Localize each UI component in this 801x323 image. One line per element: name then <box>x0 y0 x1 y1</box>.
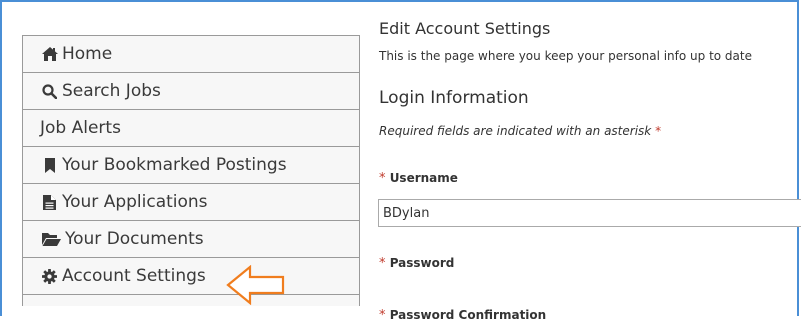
folder-open-icon <box>41 231 61 248</box>
sidebar-item-label: Your Bookmarked Postings <box>62 155 287 175</box>
sidebar-item-documents[interactable]: Your Documents <box>22 220 360 257</box>
arrow-left-icon <box>226 264 286 309</box>
sidebar-nav: Home Search Jobs Job Alerts Your Bookmar… <box>22 35 360 306</box>
sidebar-item-search-jobs[interactable]: Search Jobs <box>22 72 360 109</box>
bookmark-icon <box>41 157 58 174</box>
section-title: Login Information <box>379 88 529 108</box>
sidebar-item-label: Your Applications <box>62 192 208 212</box>
search-icon <box>41 83 58 100</box>
sidebar-item-label: Job Alerts <box>40 118 121 138</box>
sidebar-item-label: Home <box>62 44 113 64</box>
gear-icon <box>41 268 58 285</box>
sidebar-item-label: Your Documents <box>65 229 204 249</box>
home-icon <box>41 46 58 63</box>
password-label-text: Password <box>389 256 455 270</box>
sidebar-item-job-alerts[interactable]: Job Alerts <box>22 109 360 146</box>
sidebar-item-applications[interactable]: Your Applications <box>22 183 360 220</box>
file-icon <box>41 194 58 211</box>
required-fields-note: Required fields are indicated with an as… <box>379 124 661 138</box>
sidebar-item-bookmarked-postings[interactable]: Your Bookmarked Postings <box>22 146 360 183</box>
sidebar-item-partial[interactable] <box>22 294 360 306</box>
username-input[interactable] <box>378 199 801 227</box>
sidebar-item-home[interactable]: Home <box>22 35 360 72</box>
password-confirmation-label-text: Password Confirmation <box>389 308 547 322</box>
page-description: This is the page where you keep your per… <box>379 49 752 63</box>
username-label: * Username <box>379 171 458 186</box>
required-note-text: Required fields are indicated with an as… <box>379 124 652 138</box>
password-label: * Password <box>379 256 454 271</box>
page-title: Edit Account Settings <box>379 19 551 38</box>
sidebar-item-account-settings[interactable]: Account Settings <box>22 257 360 294</box>
sidebar-item-label: Account Settings <box>62 266 206 286</box>
required-asterisk: * <box>379 171 386 186</box>
required-asterisk: * <box>379 256 386 271</box>
required-asterisk: * <box>655 124 662 138</box>
sidebar-item-label: Search Jobs <box>62 81 161 101</box>
username-label-text: Username <box>389 171 458 185</box>
